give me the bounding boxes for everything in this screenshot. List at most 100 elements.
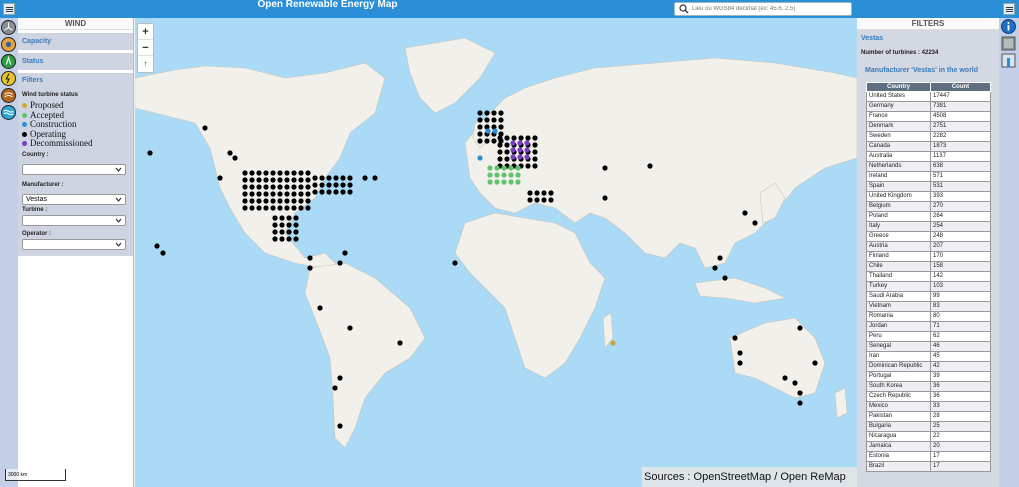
turbine-marker[interactable] — [797, 400, 803, 406]
turbine-marker[interactable] — [284, 170, 290, 176]
turbine-marker[interactable] — [242, 177, 248, 183]
turbine-marker[interactable] — [487, 172, 493, 178]
turbine-marker[interactable] — [270, 184, 276, 190]
turbine-marker[interactable] — [797, 325, 803, 331]
turbine-marker[interactable] — [340, 175, 346, 181]
turbine-marker[interactable] — [515, 165, 521, 171]
turbine-marker[interactable] — [491, 117, 497, 123]
turbine-marker[interactable] — [515, 179, 521, 185]
turbine-marker[interactable] — [298, 198, 304, 204]
turbine-marker[interactable] — [477, 110, 483, 116]
turbine-marker[interactable] — [256, 191, 262, 197]
turbine-marker[interactable] — [272, 236, 278, 242]
turbine-marker[interactable] — [305, 177, 311, 183]
info-icon[interactable] — [1001, 19, 1016, 34]
turbine-marker[interactable] — [498, 110, 504, 116]
turbine-marker[interactable] — [491, 138, 497, 144]
turbine-marker[interactable] — [256, 198, 262, 204]
turbine-marker[interactable] — [477, 155, 483, 161]
turbine-marker[interactable] — [602, 165, 608, 171]
turbine-marker[interactable] — [525, 135, 531, 141]
turbine-marker[interactable] — [477, 124, 483, 130]
layers-icon[interactable] — [1001, 36, 1016, 51]
turbine-marker[interactable] — [508, 165, 514, 171]
turbine-marker[interactable] — [232, 155, 238, 161]
turbine-marker[interactable] — [491, 110, 497, 116]
turbine-marker[interactable] — [541, 190, 547, 196]
biomass-icon[interactable] — [1, 54, 16, 69]
right-menu-button[interactable] — [1003, 3, 1015, 15]
turbine-marker[interactable] — [510, 154, 516, 160]
turbine-marker[interactable] — [291, 198, 297, 204]
turbine-marker[interactable] — [602, 195, 608, 201]
turbine-marker[interactable] — [263, 177, 269, 183]
search-box[interactable] — [674, 2, 852, 16]
statistics-icon[interactable] — [1001, 53, 1016, 68]
manufacturer-select[interactable]: Vestas — [22, 193, 126, 205]
power-plant-icon[interactable] — [1, 71, 16, 86]
turbine-marker[interactable] — [548, 190, 554, 196]
turbine-marker[interactable] — [298, 177, 304, 183]
turbine-marker[interactable] — [272, 222, 278, 228]
turbine-marker[interactable] — [548, 197, 554, 203]
turbine-marker[interactable] — [510, 140, 516, 146]
turbine-marker[interactable] — [504, 142, 510, 148]
turbine-marker[interactable] — [498, 124, 504, 130]
turbine-marker[interactable] — [527, 190, 533, 196]
turbine-marker[interactable] — [452, 260, 458, 266]
turbine-marker[interactable] — [227, 150, 233, 156]
turbine-marker[interactable] — [541, 197, 547, 203]
turbine-marker[interactable] — [504, 149, 510, 155]
turbine-marker[interactable] — [279, 215, 285, 221]
turbine-marker[interactable] — [319, 175, 325, 181]
turbine-marker[interactable] — [277, 184, 283, 190]
turbine-marker[interactable] — [792, 380, 798, 386]
turbine-marker[interactable] — [305, 205, 311, 211]
solar-icon[interactable] — [1, 37, 16, 52]
turbine-marker[interactable] — [242, 191, 248, 197]
turbine-marker[interactable] — [494, 172, 500, 178]
turbine-marker[interactable] — [270, 177, 276, 183]
turbine-marker[interactable] — [256, 184, 262, 190]
turbine-marker[interactable] — [742, 210, 748, 216]
turbine-marker[interactable] — [270, 191, 276, 197]
turbine-marker[interactable] — [504, 135, 510, 141]
turbine-marker[interactable] — [293, 229, 299, 235]
turbine-marker[interactable] — [279, 236, 285, 242]
turbine-marker[interactable] — [342, 250, 348, 256]
turbine-marker[interactable] — [487, 179, 493, 185]
turbine-marker[interactable] — [256, 205, 262, 211]
turbine-marker[interactable] — [340, 189, 346, 195]
turbine-marker[interactable] — [525, 163, 531, 169]
turbine-marker[interactable] — [272, 229, 278, 235]
turbine-marker[interactable] — [242, 205, 248, 211]
turbine-marker[interactable] — [333, 175, 339, 181]
turbine-select[interactable] — [22, 214, 126, 226]
turbine-marker[interactable] — [484, 117, 490, 123]
turbine-marker[interactable] — [647, 163, 653, 169]
turbine-marker[interactable] — [256, 170, 262, 176]
turbine-marker[interactable] — [372, 175, 378, 181]
turbine-marker[interactable] — [494, 179, 500, 185]
turbine-marker[interactable] — [291, 177, 297, 183]
turbine-marker[interactable] — [284, 205, 290, 211]
turbine-marker[interactable] — [326, 189, 332, 195]
turbine-marker[interactable] — [527, 197, 533, 203]
turbine-marker[interactable] — [270, 198, 276, 204]
turbine-marker[interactable] — [277, 191, 283, 197]
turbine-marker[interactable] — [515, 172, 521, 178]
turbine-marker[interactable] — [249, 170, 255, 176]
turbine-marker[interactable] — [497, 142, 503, 148]
turbine-marker[interactable] — [517, 147, 523, 153]
turbine-marker[interactable] — [263, 198, 269, 204]
turbine-marker[interactable] — [277, 205, 283, 211]
turbine-marker[interactable] — [249, 177, 255, 183]
turbine-marker[interactable] — [518, 135, 524, 141]
turbine-marker[interactable] — [494, 165, 500, 171]
turbine-marker[interactable] — [782, 375, 788, 381]
turbine-marker[interactable] — [298, 184, 304, 190]
status-section[interactable]: Status — [18, 53, 133, 70]
turbine-marker[interactable] — [501, 179, 507, 185]
turbine-marker[interactable] — [305, 191, 311, 197]
turbine-marker[interactable] — [293, 215, 299, 221]
